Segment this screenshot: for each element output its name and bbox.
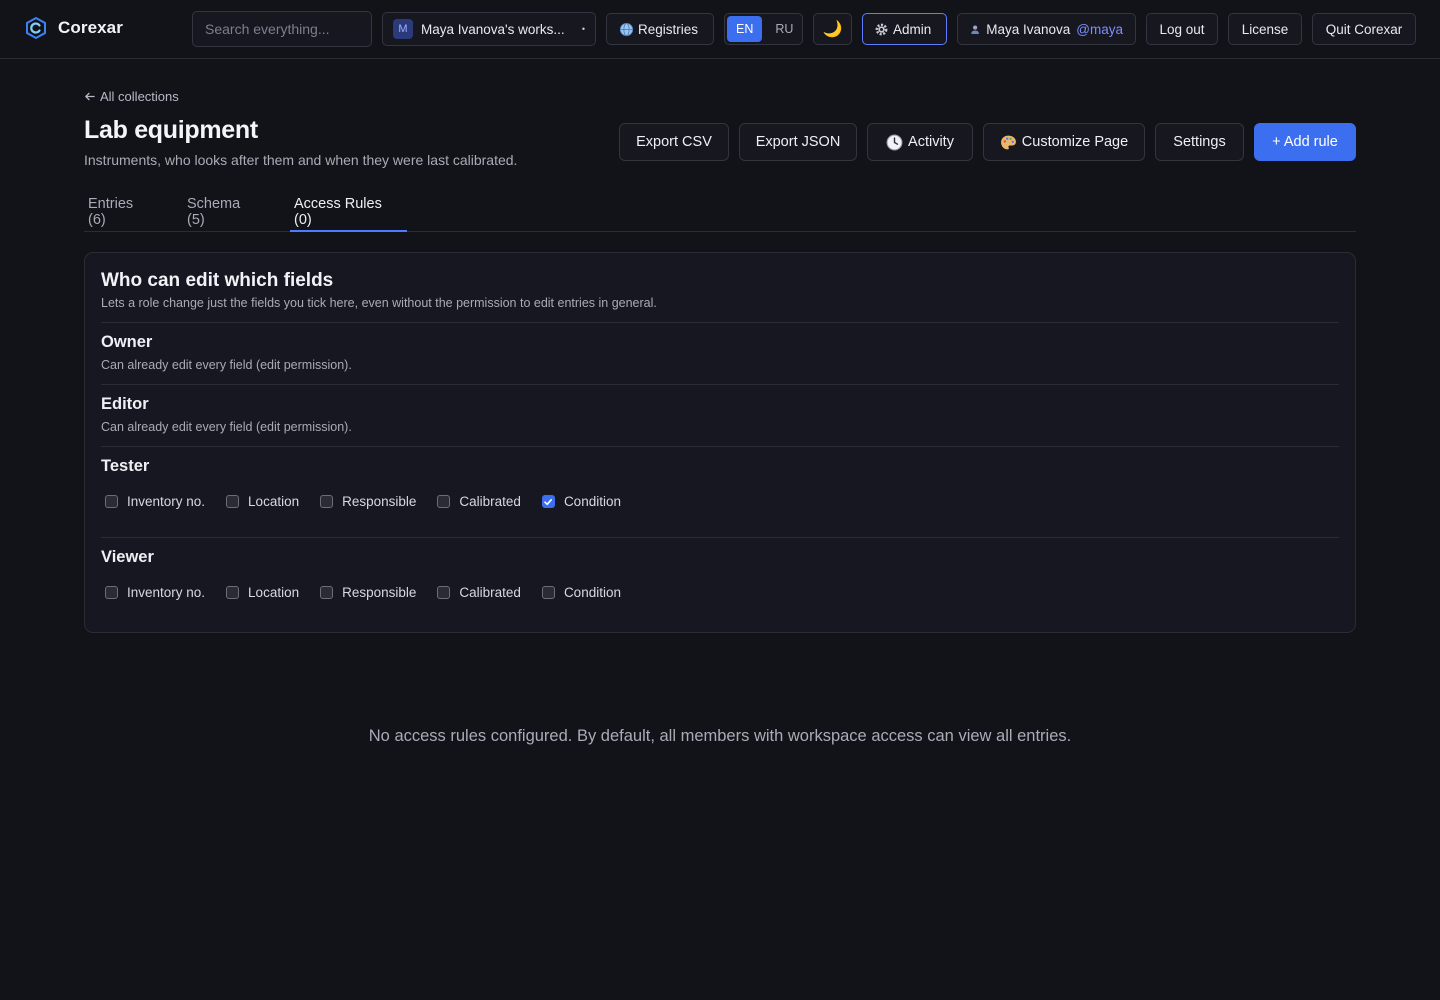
palette-icon [1000,135,1016,149]
role-name-owner: Owner [101,333,153,351]
field-option-label: Location [248,494,300,509]
activity-button[interactable]: Activity [867,123,973,161]
field-option-label: Responsible [342,585,417,600]
corexar-logo-icon [26,16,46,40]
tab-bar: Entries (6) Schema (5) Access Rules (0) [84,193,1356,232]
field-option[interactable]: Calibrated [437,585,521,600]
language-switcher: EN RU [724,13,803,45]
role-name-editor: Editor [101,395,149,413]
app-name: Corexar [58,18,123,37]
workspace-avatar: M [393,19,413,39]
divider [101,322,1339,323]
arrow-left-icon [85,92,95,101]
license-button[interactable]: License [1228,13,1302,45]
search-placeholder: Search everything... [205,21,330,37]
field-option[interactable]: Inventory no. [105,585,205,600]
field-option[interactable]: Condition [541,585,621,600]
check-icon [544,498,553,505]
clock-icon [886,134,903,150]
field-option[interactable]: Responsible [320,585,416,600]
field-option-label: Location [248,585,300,600]
page-title: Lab equipment [84,116,258,144]
field-option-label: Condition [563,585,621,600]
registries-button[interactable]: Registries [606,13,714,45]
field-option-label: Responsible [342,494,417,509]
field-checkbox-row-viewer: Inventory no. Location Responsible Calib… [105,585,642,600]
checkbox[interactable] [105,495,118,508]
user-name: Maya Ivanova [986,21,1071,37]
checkbox[interactable] [320,495,334,508]
workspace-label: Maya Ivanova's works... [421,21,565,37]
theme-toggle-button[interactable]: 🌙 [813,13,852,45]
search-input[interactable]: Search everything... [192,11,372,47]
panel-description: Lets a role change just the fields you t… [101,296,657,310]
quit-button[interactable]: Quit Corexar [1312,13,1416,45]
admin-label: Admin [893,21,932,37]
checkbox[interactable] [437,495,451,508]
page-subtitle: Instruments, who looks after them and wh… [84,152,518,168]
field-option[interactable]: Condition [541,494,621,509]
user-icon [971,25,979,34]
role-name-tester: Tester [101,457,150,475]
admin-button[interactable]: Admin [862,13,947,45]
field-option[interactable]: Responsible [320,494,416,509]
field-option-label: Calibrated [459,585,521,600]
user-handle: @maya [1076,21,1123,37]
checkbox[interactable] [320,586,334,599]
app-logo[interactable]: Corexar [24,16,123,40]
checkbox-checked[interactable] [541,495,555,508]
checkbox[interactable] [541,586,555,599]
field-option[interactable]: Location [226,494,299,509]
empty-state-message: No access rules configured. By default, … [368,727,1072,745]
field-option-label: Condition [563,494,621,509]
tab-access-rules[interactable]: Access Rules (0) [290,193,407,232]
field-option[interactable]: Calibrated [437,494,521,509]
divider [101,384,1339,385]
divider [101,446,1339,447]
moon-icon: 🌙 [822,21,843,38]
add-rule-button[interactable]: + Add rule [1254,123,1356,161]
activity-label: Activity [908,134,954,150]
registries-label: Registries [638,21,699,37]
checkbox[interactable] [226,495,240,508]
chevron-down-icon: • [581,24,585,34]
field-option-label: Inventory no. [127,585,206,600]
tab-entries[interactable]: Entries (6) [84,193,158,231]
logout-button[interactable]: Log out [1146,13,1218,45]
customize-page-button[interactable]: Customize Page [983,123,1145,161]
customize-page-label: Customize Page [1021,134,1129,150]
top-bar: Corexar Search everything... M Maya Ivan… [0,0,1440,59]
divider [101,537,1339,538]
workspace-switcher[interactable]: M Maya Ivanova's works... • [382,12,596,46]
globe-icon [619,22,634,36]
export-json-button[interactable]: Export JSON [739,123,857,161]
back-link[interactable]: All collections [84,89,179,104]
user-menu[interactable]: Maya Ivanova @maya [957,13,1136,45]
field-option-label: Inventory no. [127,494,206,509]
role-note-owner: Can already edit every field (edit permi… [101,358,352,372]
checkbox[interactable] [105,586,118,599]
role-name-viewer: Viewer [101,548,154,566]
gear-icon [875,23,888,35]
panel-title: Who can edit which fields [101,270,334,291]
back-link-label: All collections [100,89,179,104]
lang-ru-button[interactable]: RU [766,16,802,42]
role-note-editor: Can already edit every field (edit permi… [101,420,352,434]
tab-schema[interactable]: Schema (5) [183,193,265,231]
field-option-label: Calibrated [459,494,521,509]
field-option[interactable]: Inventory no. [105,494,205,509]
settings-button[interactable]: Settings [1155,123,1244,161]
checkbox[interactable] [437,586,451,599]
export-csv-button[interactable]: Export CSV [619,123,729,161]
lang-en-button[interactable]: EN [727,16,763,42]
field-permissions-panel: Who can edit which fields Lets a role ch… [84,252,1356,633]
field-checkbox-row-tester: Inventory no. Location Responsible Calib… [105,494,642,509]
field-option[interactable]: Location [226,585,299,600]
checkbox[interactable] [226,586,240,599]
